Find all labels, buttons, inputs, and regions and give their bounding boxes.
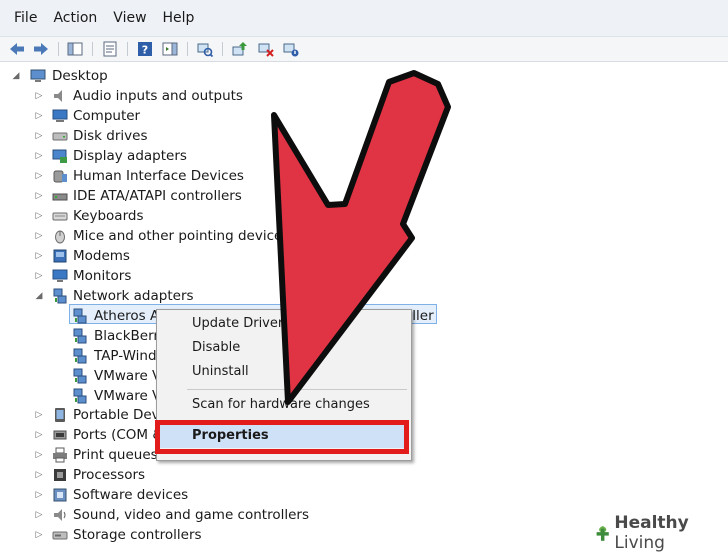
leaf-cross-icon bbox=[596, 526, 609, 541]
properties-highlight-box bbox=[155, 420, 409, 454]
watermark: Healthy Living bbox=[594, 513, 728, 553]
annotation-arrow-overlay bbox=[271, 70, 451, 405]
watermark-text: Healthy Living bbox=[614, 513, 689, 553]
annotation-arrow-icon bbox=[271, 70, 451, 405]
